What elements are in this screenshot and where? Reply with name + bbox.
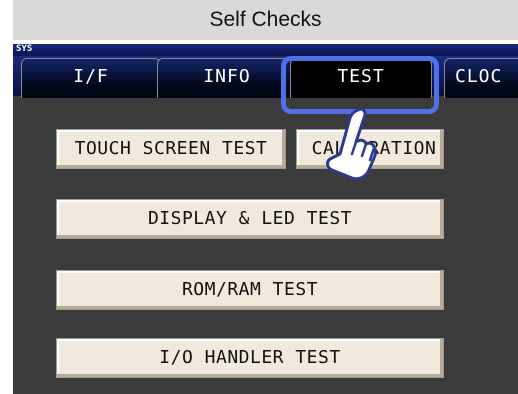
system-label: SYS [16, 44, 33, 54]
touch-screen-test-button[interactable]: TOUCH SCREEN TEST [56, 129, 286, 169]
tab-if[interactable]: I/F [21, 58, 161, 98]
tab-info[interactable]: INFO [157, 58, 297, 98]
page-title: Self Checks [209, 8, 322, 31]
pointing-hand-icon [326, 107, 377, 181]
display-led-test-button[interactable]: DISPLAY & LED TEST [56, 199, 444, 239]
title-bar: Self Checks [13, 0, 518, 40]
io-handler-test-button[interactable]: I/O HANDLER TEST [56, 338, 444, 378]
system-strip: SYS [13, 44, 518, 56]
device-screen: SYS I/F INFO TEST CLOC TOUCH SCREEN TEST… [13, 44, 518, 394]
rom-ram-test-button[interactable]: ROM/RAM TEST [56, 270, 444, 310]
tab-clock[interactable]: CLOC [444, 58, 518, 98]
